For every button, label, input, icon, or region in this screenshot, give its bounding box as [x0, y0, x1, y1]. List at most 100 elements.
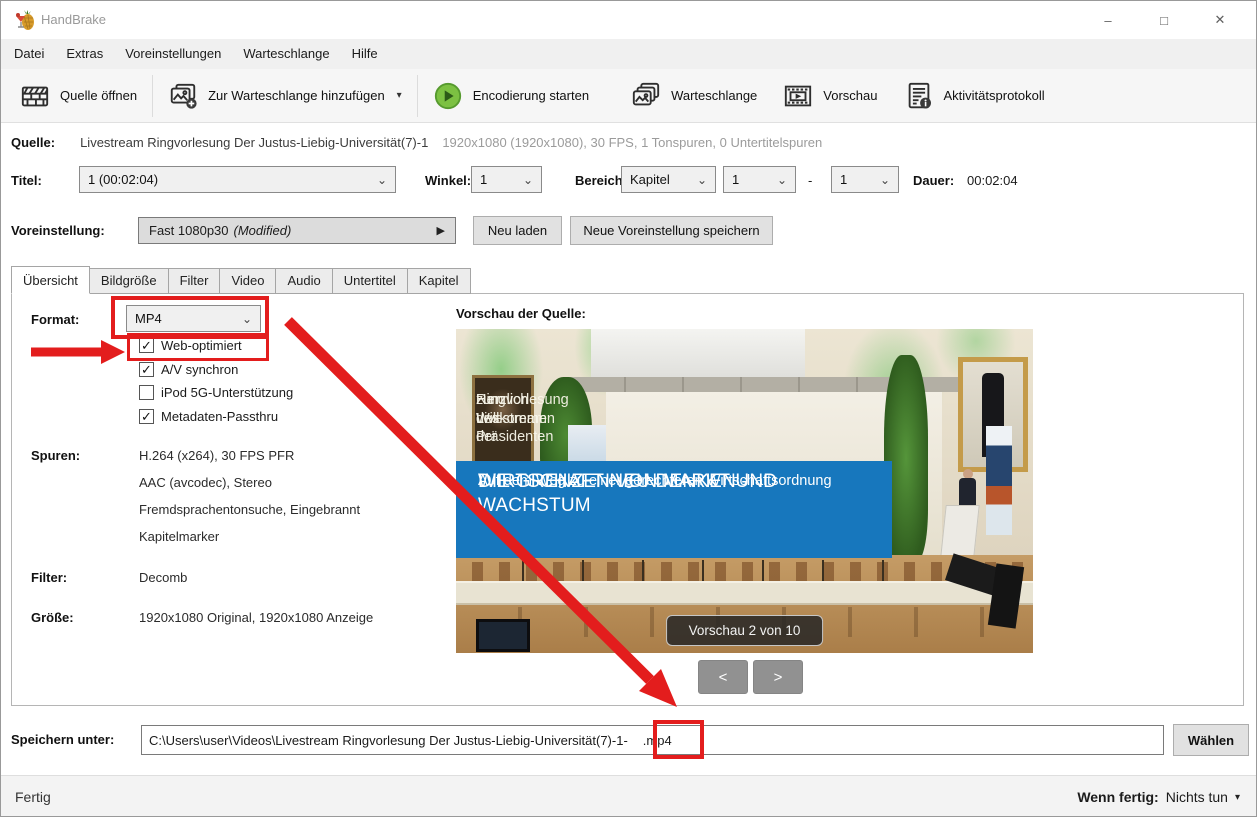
when-done-select[interactable]: Nichts tun — [1166, 789, 1228, 805]
check-icon: ✓ — [141, 339, 152, 352]
menu-extras[interactable]: Extras — [55, 39, 114, 69]
destination-extension: .mp4 — [643, 733, 672, 748]
activity-log-button[interactable]: Aktivitätsprotokoll — [891, 73, 1058, 119]
range-end-value: 1 — [840, 172, 847, 187]
preview-table — [456, 581, 1033, 605]
menu-warteschlange[interactable]: Warteschlange — [232, 39, 340, 69]
window-controls: – □ ✕ — [1080, 1, 1248, 39]
preview-laptop — [476, 619, 530, 652]
menu-voreinstellungen[interactable]: Voreinstellungen — [114, 39, 232, 69]
bereich-select[interactable]: Kapitel ⌄ — [621, 166, 716, 193]
tab-filter[interactable]: Filter — [169, 268, 221, 294]
menu-hilfe[interactable]: Hilfe — [341, 39, 389, 69]
destination-path-input[interactable]: C:\Users\user\Videos\Livestream Ringvorl… — [141, 725, 1164, 755]
titel-select[interactable]: 1 (00:02:04) ⌄ — [79, 166, 396, 193]
checkbox-av-sync[interactable]: ✓ A/V synchron — [139, 362, 238, 377]
save-preset-button[interactable]: Neue Voreinstellung speichern — [570, 216, 773, 245]
format-select[interactable]: MP4 ⌄ — [126, 305, 261, 332]
minimize-button[interactable]: – — [1080, 1, 1136, 39]
preview-prev-button[interactable]: < — [698, 660, 748, 694]
add-to-queue-button[interactable]: Zur Warteschlange hinzufügen ▾ — [155, 73, 415, 119]
bereich-value: Kapitel — [630, 172, 670, 187]
preview-next-button[interactable]: > — [753, 660, 803, 694]
start-encode-button[interactable]: Encodierung starten — [420, 73, 602, 119]
source-name: Livestream Ringvorlesung Der Justus-Lieb… — [80, 135, 428, 150]
titel-label: Titel: — [11, 173, 42, 188]
tab-video[interactable]: Video — [220, 268, 276, 294]
checkbox-label: A/V synchron — [161, 362, 238, 377]
checkbox-box: ✓ — [139, 338, 154, 353]
preview-microphones — [464, 560, 894, 582]
menu-bar: Datei Extras Voreinstellungen Warteschla… — [1, 39, 1256, 69]
preview-lectern — [940, 505, 979, 557]
toolbar-separator — [417, 75, 418, 117]
preset-select[interactable]: Fast 1080p30 (Modified) ▶ — [138, 217, 456, 244]
window-title: HandBrake — [41, 12, 106, 27]
checkbox-label: Metadaten-Passthru — [161, 409, 278, 424]
play-circle-icon — [433, 81, 463, 111]
preview-rollup-banner — [986, 426, 1012, 535]
open-source-button[interactable]: Quelle öffnen — [7, 73, 150, 119]
checkbox-box: ✓ — [139, 409, 154, 424]
tab-untertitel[interactable]: Untertitel — [333, 268, 408, 294]
winkel-select[interactable]: 1 ⌄ — [471, 166, 542, 193]
checkbox-web-optimized[interactable]: ✓ Web-optimiert — [139, 338, 242, 353]
reload-preset-button[interactable]: Neu laden — [473, 216, 562, 245]
filmstrip-icon — [783, 81, 813, 111]
spuren-line-subtitles: Fremdsprachentonsuche, Eingebrannt — [139, 502, 360, 517]
preview-projection-screen — [591, 329, 805, 381]
range-start-select[interactable]: 1 ⌄ — [723, 166, 796, 193]
handbrake-logo-icon — [14, 9, 36, 31]
browse-button[interactable]: Wählen — [1173, 724, 1249, 756]
dauer-label: Dauer: — [913, 173, 954, 188]
preview-page-indicator: Vorschau 2 von 10 — [666, 615, 824, 646]
range-end-select[interactable]: 1 ⌄ — [831, 166, 899, 193]
open-source-label: Quelle öffnen — [60, 88, 137, 103]
chevron-down-icon: ⌄ — [242, 313, 252, 325]
chevron-down-icon: ⌄ — [697, 174, 707, 186]
destination-label: Speichern unter: — [11, 732, 114, 747]
checkbox-ipod5g[interactable]: ✓ iPod 5G-Unterstützung — [139, 385, 293, 400]
tab-uebersicht[interactable]: Übersicht — [11, 266, 90, 294]
preview-heading: Vorschau der Quelle: — [456, 306, 586, 321]
format-value: MP4 — [135, 311, 162, 326]
chevron-down-icon: ⌄ — [777, 174, 787, 186]
tab-kapitel[interactable]: Kapitel — [408, 268, 471, 294]
toolbar-separator — [152, 75, 153, 117]
source-row: Quelle: Livestream Ringvorlesung Der Jus… — [11, 135, 822, 150]
source-label: Quelle: — [11, 135, 55, 150]
start-encode-label: Encodierung starten — [473, 88, 589, 103]
queue-icon — [631, 81, 661, 111]
filter-value: Decomb — [139, 570, 187, 585]
chevron-down-icon: ⌄ — [377, 174, 387, 186]
maximize-button[interactable]: □ — [1136, 1, 1192, 39]
preview-image: Herzlich Willkommen zum Livestream der R… — [456, 329, 1033, 653]
dropdown-arrow-icon[interactable]: ▾ — [1235, 792, 1240, 803]
tab-bildgroesse[interactable]: Bildgröße — [90, 268, 169, 294]
clapperboard-icon — [20, 81, 50, 111]
checkbox-box: ✓ — [139, 362, 154, 377]
check-icon: ✓ — [141, 363, 152, 376]
menu-datei[interactable]: Datei — [3, 39, 55, 69]
spuren-line-audio: AAC (avcodec), Stereo — [139, 475, 272, 490]
preview-label: Vorschau — [823, 88, 877, 103]
destination-path: C:\Users\user\Videos\Livestream Ringvorl… — [149, 733, 628, 748]
source-details: 1920x1080 (1920x1080), 30 FPS, 1 Tonspur… — [442, 135, 822, 150]
checkbox-label: iPod 5G-Unterstützung — [161, 385, 293, 400]
tab-audio[interactable]: Audio — [276, 268, 332, 294]
spuren-line-video: H.264 (x264), 30 FPS PFR — [139, 448, 294, 463]
dropdown-arrow-icon[interactable]: ▾ — [397, 90, 402, 101]
checkbox-box: ✓ — [139, 385, 154, 400]
preview-button[interactable]: Vorschau — [770, 73, 890, 119]
spuren-line-chapters: Kapitelmarker — [139, 529, 219, 544]
add-to-queue-icon — [168, 81, 198, 111]
checkbox-metadata-passthru[interactable]: ✓ Metadaten-Passthru — [139, 409, 278, 424]
preset-label: Voreinstellung: — [11, 223, 105, 238]
preview-lecture-banner: WIRTSCHAFT NEU DENKEN - DIE GRENZEN VON … — [456, 461, 892, 558]
activity-log-icon — [904, 81, 934, 111]
queue-button[interactable]: Warteschlange — [618, 73, 770, 119]
close-button[interactable]: ✕ — [1192, 1, 1248, 39]
status-bar: Fertig Wenn fertig: Nichts tun ▾ — [1, 775, 1256, 817]
chevron-down-icon: ⌄ — [880, 174, 890, 186]
handbrake-window: HandBrake – □ ✕ Datei Extras Voreinstell… — [0, 0, 1257, 817]
